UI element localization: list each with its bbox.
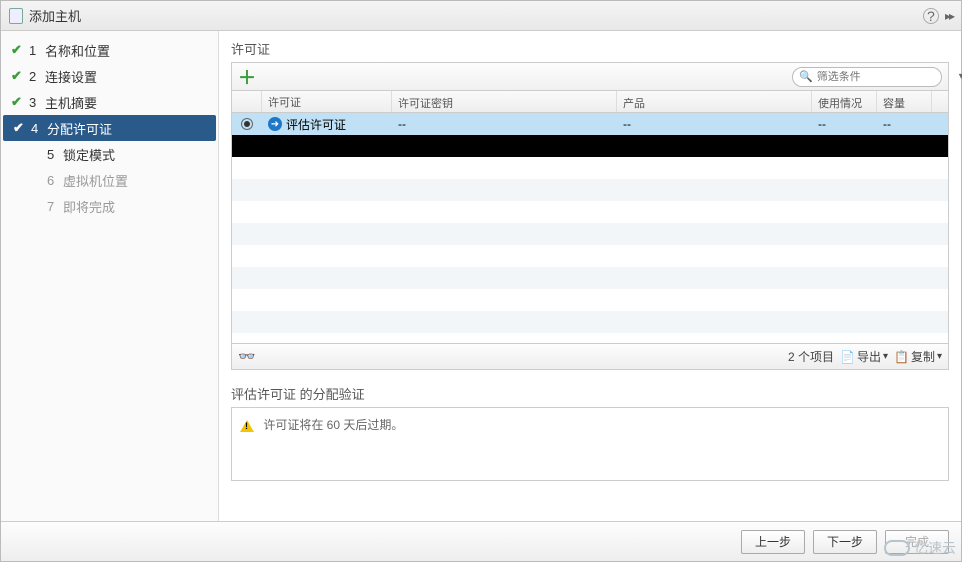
table-row — [232, 333, 948, 343]
copy-button[interactable]: 📋复制▾ — [894, 348, 942, 365]
step-summary[interactable]: ✔3主机摘要 — [1, 89, 218, 115]
find-icon[interactable]: 👓 — [238, 348, 255, 365]
table-row[interactable] — [232, 135, 948, 157]
wizard-sidebar: ✔1名称和位置 ✔2连接设置 ✔3主机摘要 ✔4分配许可证 5锁定模式 6虚拟机… — [1, 31, 219, 521]
item-count: 2 个项目 — [788, 348, 834, 365]
section-title: 许可证 — [231, 39, 949, 58]
warning-icon — [240, 420, 254, 432]
table-footer: 👓 2 个项目 📄导出▾ 📋复制▾ — [232, 343, 948, 369]
step-connection[interactable]: ✔2连接设置 — [1, 63, 218, 89]
expand-icon[interactable]: ▸▸ — [945, 9, 953, 23]
export-button[interactable]: 📄导出▾ — [840, 348, 888, 365]
col-product[interactable]: 产品 — [617, 91, 812, 112]
validation-box: 许可证将在 60 天后过期。 — [231, 407, 949, 481]
table-row — [232, 245, 948, 267]
step-vm-location: 6虚拟机位置 — [1, 167, 218, 193]
table-row[interactable]: ➜评估许可证 -- -- -- -- — [232, 113, 948, 135]
col-capacity[interactable]: 容量 — [877, 91, 932, 112]
table-row — [232, 157, 948, 179]
filter-input[interactable] — [817, 71, 959, 83]
finish-button: 完成 — [885, 530, 949, 554]
host-icon — [9, 8, 23, 24]
back-button[interactable]: 上一步 — [741, 530, 805, 554]
table-row — [232, 179, 948, 201]
window-title: 添加主机 — [29, 6, 923, 25]
titlebar: 添加主机 ? ▸▸ — [1, 1, 961, 31]
wizard-footer: 上一步 下一步 完成 — [1, 521, 961, 561]
step-name-location[interactable]: ✔1名称和位置 — [1, 37, 218, 63]
add-license-button[interactable]: ＋ — [238, 64, 256, 90]
table-header: 许可证 许可证密钥 产品 使用情况 容量 — [232, 91, 948, 113]
step-assign-license[interactable]: ✔4分配许可证 — [3, 115, 216, 141]
search-icon: 🔍 — [799, 70, 813, 83]
table-row — [232, 267, 948, 289]
table-row — [232, 289, 948, 311]
col-usage[interactable]: 使用情况 — [812, 91, 877, 112]
filter-box[interactable]: 🔍 ▾ — [792, 67, 942, 87]
validation-message: 许可证将在 60 天后过期。 — [263, 418, 403, 432]
copy-icon: 📋 — [894, 350, 909, 364]
col-license[interactable]: 许可证 — [262, 91, 392, 112]
row-radio[interactable] — [241, 118, 253, 130]
table-body: ➜评估许可证 -- -- -- -- — [232, 113, 948, 343]
col-key[interactable]: 许可证密钥 — [392, 91, 617, 112]
table-row — [232, 311, 948, 333]
license-panel: ＋ 🔍 ▾ 许可证 许可证密钥 产品 使用情况 容量 — [231, 62, 949, 370]
export-icon: 📄 — [840, 350, 855, 364]
help-icon[interactable]: ? — [923, 8, 939, 24]
table-row — [232, 223, 948, 245]
table-row — [232, 201, 948, 223]
step-ready: 7即将完成 — [1, 193, 218, 219]
next-button[interactable]: 下一步 — [813, 530, 877, 554]
license-name: 评估许可证 — [286, 116, 346, 133]
step-lockdown[interactable]: 5锁定模式 — [1, 141, 218, 167]
arrow-icon: ➜ — [268, 117, 282, 131]
validation-title: 评估许可证 的分配验证 — [231, 384, 949, 403]
